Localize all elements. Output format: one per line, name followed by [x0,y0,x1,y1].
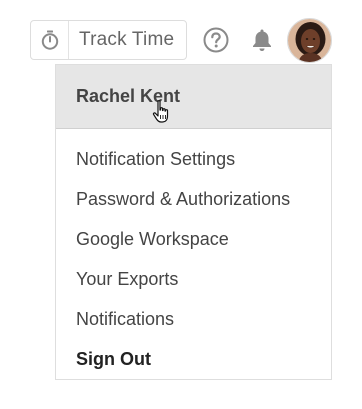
track-time-button[interactable]: Track Time [30,20,187,60]
track-time-label: Track Time [79,29,175,50]
question-circle-icon[interactable] [203,27,229,53]
app-root: Track Time Rachel Kent Notification Sett… [0,0,362,409]
menu-item-google-workspace[interactable]: Google Workspace [56,219,331,259]
user-avatar[interactable] [287,18,332,63]
stopwatch-icon [31,21,69,59]
menu-item-notification-settings[interactable]: Notification Settings [56,139,331,179]
menu-items: Notification Settings Password & Authori… [56,129,331,379]
hand-pointer-icon [152,99,172,125]
menu-user-header[interactable]: Rachel Kent [56,65,331,129]
menu-item-your-exports[interactable]: Your Exports [56,259,331,299]
user-dropdown-menu: Rachel Kent Notification Settings Passwo… [55,64,332,380]
menu-item-notifications[interactable]: Notifications [56,299,331,339]
bell-icon[interactable] [249,27,275,53]
menu-item-sign-out[interactable]: Sign Out [56,339,331,379]
menu-item-password-authorizations[interactable]: Password & Authorizations [56,179,331,219]
